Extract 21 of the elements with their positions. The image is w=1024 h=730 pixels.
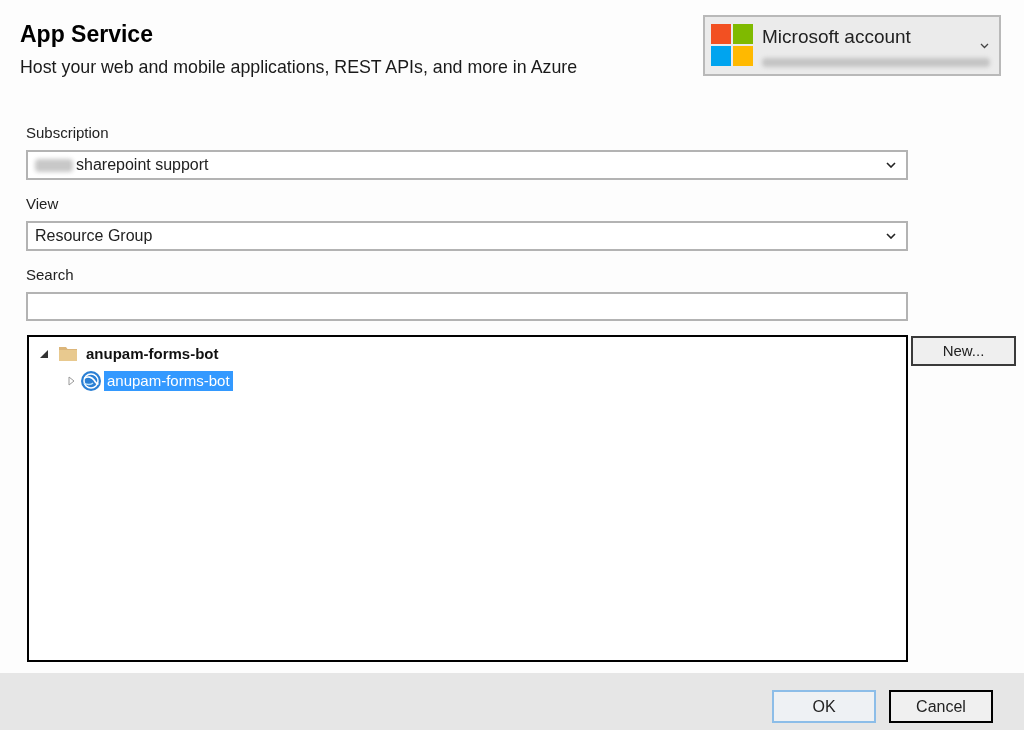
dialog-button[interactable]: Cancel: [889, 690, 993, 723]
folder-icon: [59, 346, 77, 361]
collapsed-arrow-icon[interactable]: [66, 375, 76, 386]
chevron-down-icon: [980, 43, 989, 49]
dialog-button[interactable]: OK: [772, 690, 876, 723]
chevron-down-icon: [886, 233, 896, 239]
field-label: Subscription: [26, 123, 109, 143]
account-button[interactable]: Microsoft account: [703, 15, 1001, 76]
chevron-down-icon: [886, 162, 896, 168]
expanded-arrow-icon[interactable]: [39, 348, 49, 359]
windows-logo-icon: [711, 24, 753, 66]
search-field[interactable]: [26, 292, 908, 321]
dialog-subtitle: Host your web and mobile applications, REST APIs, and more in Azure: [20, 56, 578, 78]
tree-item[interactable]: anupam-forms-bot: [83, 343, 222, 364]
field-label: View: [26, 194, 59, 214]
new-button[interactable]: New...: [911, 336, 1016, 366]
globe-icon: [81, 370, 101, 391]
dropdown[interactable]: Resource Group: [26, 221, 908, 251]
field-label: Search: [26, 265, 74, 285]
dialog-title: App Service: [20, 20, 153, 48]
dropdown[interactable]: sharepoint support: [26, 150, 908, 180]
